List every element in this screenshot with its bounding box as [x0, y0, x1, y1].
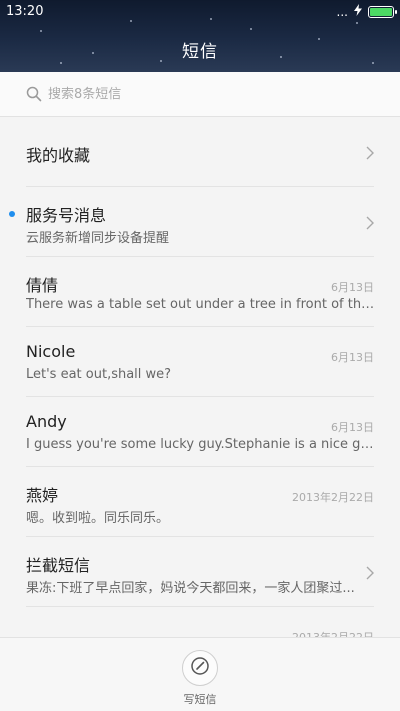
- conversation-preview: 嗯。收到啦。同乐同乐。: [26, 511, 170, 526]
- unread-dot: [9, 211, 15, 217]
- chevron-right-icon: [366, 145, 374, 160]
- conversation-title: Nicole: [26, 342, 76, 361]
- status-bar: 13:20 ...: [0, 0, 400, 24]
- conversation-preview: There was a table set out under a tree i…: [26, 297, 376, 312]
- lightning-icon: [354, 4, 362, 19]
- conversation-preview: 云服务新增同步设备提醒: [26, 231, 170, 246]
- conversation-row[interactable]: 服务号消息云服务新增同步设备提醒: [0, 187, 400, 257]
- conversation-date: 2013年2月22日: [292, 491, 374, 504]
- conversation-row[interactable]: Nicole Let's eat out,shall we? 6月13日: [0, 327, 400, 397]
- conversation-row[interactable]: 拦截短信果冻:下班了早点回家，妈说今天都回来，一家人团聚过...: [0, 537, 400, 607]
- app-header: 13:20 ... 短信: [0, 0, 400, 72]
- search-bar[interactable]: [0, 72, 400, 117]
- page-title: 短信: [182, 42, 218, 62]
- conversation-row[interactable]: 紫楠2013年2月22日: [0, 607, 400, 637]
- conversation-date: 6月13日: [331, 421, 374, 434]
- conversation-preview: I guess you're some lucky guy.Stephanie …: [26, 437, 376, 452]
- battery-icon: [368, 5, 397, 18]
- chevron-right-icon: [366, 565, 374, 580]
- bottom-bar: 写短信: [0, 637, 400, 711]
- compose-button[interactable]: [182, 650, 218, 686]
- signal-indicator: ...: [336, 4, 348, 19]
- conversation-preview: 果冻:下班了早点回家，妈说今天都回来，一家人团聚过...: [26, 581, 355, 596]
- conversation-title: Andy: [26, 412, 67, 431]
- conversation-row[interactable]: Andy I guess you're some lucky guy.Stepha…: [0, 397, 400, 467]
- search-icon: [26, 86, 42, 102]
- conversation-row[interactable]: 燕婷嗯。收到啦。同乐同乐。 2013年2月22日: [0, 467, 400, 537]
- conversation-title: 倩倩: [26, 276, 59, 295]
- search-input[interactable]: [48, 81, 368, 107]
- chevron-right-icon: [366, 215, 374, 230]
- conversation-title: 服务号消息: [26, 206, 107, 225]
- conversation-title: 我的收藏: [26, 146, 91, 165]
- compose-icon: [190, 656, 210, 680]
- conversation-preview: Let's eat out,shall we?: [26, 367, 172, 382]
- battery-level: [370, 7, 392, 16]
- conversation-title: 拦截短信: [26, 556, 91, 575]
- conversation-row[interactable]: 我的收藏: [0, 117, 400, 187]
- compose-label: 写短信: [183, 693, 217, 706]
- conversation-title: 燕婷: [26, 486, 59, 505]
- conversation-list: 我的收藏服务号消息云服务新增同步设备提醒倩倩 There was a table …: [0, 117, 400, 637]
- status-time: 13:20: [6, 4, 44, 19]
- conversation-date: 6月13日: [331, 351, 374, 364]
- conversation-row[interactable]: 倩倩 There was a table set out under a tree…: [0, 257, 400, 327]
- conversation-date: 6月13日: [331, 281, 374, 294]
- conversation-date: 2013年2月22日: [292, 629, 374, 637]
- status-indicators: ...: [336, 4, 397, 19]
